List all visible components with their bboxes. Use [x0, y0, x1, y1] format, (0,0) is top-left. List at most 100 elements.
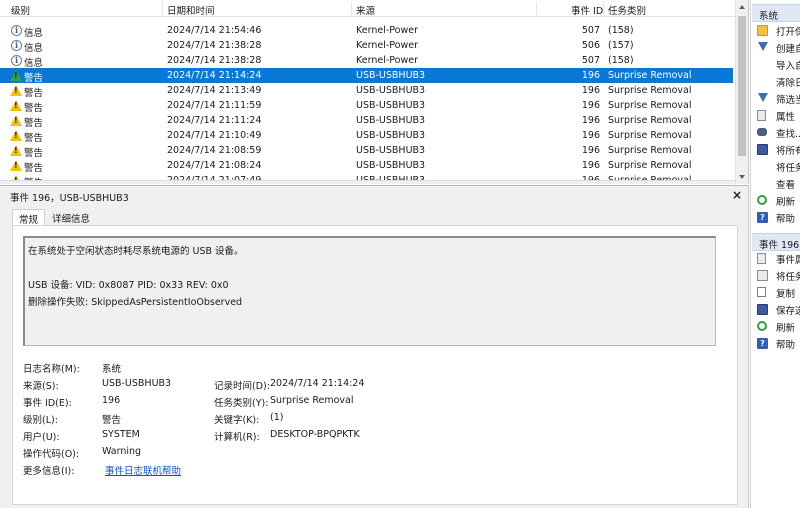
warning-icon	[10, 85, 22, 96]
action-item[interactable]: 创建自	[752, 39, 800, 56]
funnel-icon	[758, 42, 768, 51]
table-row[interactable]: 警告 2024/7/14 21:08:59 USB-USBHUB3 196 Surpri…	[0, 143, 733, 159]
actions-section-event[interactable]: 事件 196，	[752, 233, 800, 251]
warning-icon	[10, 130, 22, 141]
column-separator[interactable]	[536, 2, 537, 15]
description-line: 在系统处于空闲状态时耗尽系统电源的 USB 设备。	[28, 246, 244, 257]
action-item[interactable]: 查找...	[752, 124, 800, 141]
column-header-event-id[interactable]: 事件 ID	[571, 3, 603, 17]
cell-level: 警告	[24, 88, 44, 99]
action-item[interactable]: 刷新	[752, 318, 800, 335]
cell-level: 警告	[24, 73, 44, 84]
cell-event-id: 196	[581, 160, 600, 171]
cell-date: 2024/7/14 21:14:24	[167, 70, 262, 81]
action-item[interactable]: 帮助	[752, 209, 800, 226]
column-header-date[interactable]: 日期和时间	[167, 3, 215, 17]
warning-icon	[10, 115, 22, 126]
action-item[interactable]: 将任务	[752, 267, 800, 284]
cell-source: Kernel-Power	[356, 55, 418, 66]
table-row[interactable]: 警告 2024/7/14 21:10:49 USB-USBHUB3 196 Surpri…	[0, 128, 733, 144]
action-item[interactable]: 打开保	[752, 22, 800, 39]
cell-date: 2024/7/14 21:10:49	[167, 130, 262, 141]
cell-date: 2024/7/14 21:08:59	[167, 145, 262, 156]
cell-source: USB-USBHUB3	[356, 85, 426, 96]
task-category-label: 任务类别(Y):	[214, 398, 269, 409]
table-row[interactable]: 警告 2024/7/14 21:11:24 USB-USBHUB3 196 Surpri…	[0, 113, 733, 129]
general-tab-body: 在系统处于空闲状态时耗尽系统电源的 USB 设备。 USB 设备: VID: 0…	[12, 225, 738, 505]
event-description[interactable]: 在系统处于空闲状态时耗尽系统电源的 USB 设备。 USB 设备: VID: 0…	[23, 236, 716, 346]
cell-event-id: 507	[581, 25, 600, 36]
table-row[interactable]: 警告 2024/7/14 21:11:59 USB-USBHUB3 196 Surpri…	[0, 98, 733, 114]
column-header-task[interactable]: 任务类别	[608, 3, 646, 17]
column-separator[interactable]	[162, 2, 163, 15]
action-item[interactable]: 复制	[752, 284, 800, 301]
opcode-label: 操作代码(O):	[23, 449, 80, 460]
info-icon	[11, 25, 22, 36]
action-item[interactable]: 帮助	[752, 335, 800, 352]
cell-date: 2024/7/14 21:54:46	[167, 25, 262, 36]
level-label: 级别(L):	[23, 415, 58, 426]
scroll-down-icon[interactable]	[739, 175, 745, 179]
table-row[interactable]: 警告 2024/7/14 21:14:24 USB-USBHUB3 196 Surpri…	[0, 68, 733, 84]
cell-event-id: 507	[581, 55, 600, 66]
action-item[interactable]: 查看	[752, 175, 800, 192]
cell-task: Surprise Removal	[608, 70, 692, 81]
logged-label: 记录时间(D):	[214, 381, 270, 392]
action-item[interactable]: 筛选当	[752, 90, 800, 107]
scroll-thumb[interactable]	[738, 16, 746, 156]
source-label: 来源(S):	[23, 381, 59, 392]
event-detail-pane: 事件 196，USB-USBHUB3 × 常规 详细信息 在系统处于空闲状态时耗…	[0, 185, 749, 508]
cell-task: Surprise Removal	[608, 145, 692, 156]
folder-icon	[757, 25, 768, 36]
cell-task: (157)	[608, 40, 634, 51]
action-item[interactable]: 属性	[752, 107, 800, 124]
cell-task: (158)	[608, 55, 634, 66]
save-icon	[757, 304, 768, 315]
cell-task: Surprise Removal	[608, 130, 692, 141]
action-label: 将所有	[776, 146, 800, 157]
action-label: 事件属	[776, 255, 800, 266]
cell-source: Kernel-Power	[356, 40, 418, 51]
actions-section-system[interactable]: 系统	[752, 4, 800, 22]
blank-icon	[757, 178, 768, 189]
cell-event-id: 196	[581, 100, 600, 111]
table-row[interactable]: 警告 2024/7/14 21:13:49 USB-USBHUB3 196 Surpri…	[0, 83, 733, 99]
table-row[interactable]: 信息 2024/7/14 21:54:46 Kernel-Power 507 (158)	[0, 23, 733, 39]
column-separator[interactable]	[603, 2, 604, 15]
cell-date: 2024/7/14 21:13:49	[167, 85, 262, 96]
action-item[interactable]: 将所有	[752, 141, 800, 158]
cell-level: 警告	[24, 148, 44, 159]
action-label: 刷新	[776, 323, 796, 334]
close-icon[interactable]: ×	[732, 188, 742, 202]
action-item[interactable]: 保存选	[752, 301, 800, 318]
online-help-link[interactable]: 事件日志联机帮助	[105, 463, 181, 477]
action-label: 查看	[776, 180, 796, 191]
action-item[interactable]: 刷新	[752, 192, 800, 209]
table-row[interactable]: 警告 2024/7/14 21:08:24 USB-USBHUB3 196 Surpri…	[0, 158, 733, 174]
event-list-scrollbar[interactable]	[735, 0, 748, 184]
cell-source: USB-USBHUB3	[356, 145, 426, 156]
table-row[interactable]: 信息 2024/7/14 21:38:28 Kernel-Power 507 (158)	[0, 53, 733, 69]
cell-date: 2024/7/14 21:38:28	[167, 55, 262, 66]
table-row[interactable]: 信息 2024/7/14 21:38:28 Kernel-Power 506 (157)	[0, 38, 733, 54]
cell-date: 2024/7/14 21:08:24	[167, 160, 262, 171]
action-item[interactable]: 导入自	[752, 56, 800, 73]
tab-details[interactable]: 详细信息	[46, 209, 96, 226]
column-header-level[interactable]: 级别	[11, 3, 30, 17]
help-icon	[757, 338, 768, 349]
blank-icon	[757, 161, 768, 172]
description-line: USB 设备: VID: 0x8087 PID: 0x33 REV: 0x0	[28, 280, 229, 291]
scroll-up-icon[interactable]	[739, 5, 745, 9]
event-list[interactable]: 级别 日期和时间 来源 事件 ID 任务类别 信息 2024/7/14 21:54…	[0, 0, 749, 184]
action-item[interactable]: 将任务	[752, 158, 800, 175]
action-item[interactable]: 清除日	[752, 73, 800, 90]
cell-task: Surprise Removal	[608, 100, 692, 111]
info-icon	[11, 55, 22, 66]
cell-level: 警告	[24, 103, 44, 114]
description-line: 删除操作失败: SkippedAsPersistentIoObserved	[28, 297, 243, 308]
action-item[interactable]: 事件属	[752, 250, 800, 267]
action-label: 打开保	[776, 27, 800, 38]
tab-general[interactable]: 常规	[12, 209, 46, 226]
column-header-source[interactable]: 来源	[356, 3, 375, 17]
column-separator[interactable]	[351, 2, 352, 15]
